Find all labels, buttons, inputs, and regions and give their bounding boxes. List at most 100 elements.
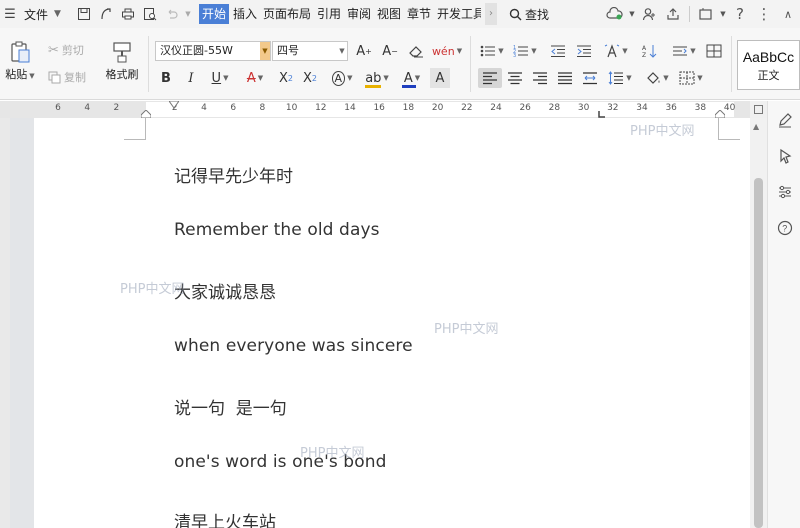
collaborate-user-icon[interactable] <box>637 3 661 25</box>
tab-insert[interactable]: 插入 <box>231 4 259 24</box>
tab-references[interactable]: 引用 <box>315 4 343 24</box>
pencil-icon[interactable] <box>776 111 794 129</box>
format-painter-button[interactable]: 格式刷 <box>102 40 142 82</box>
bullet-list-button[interactable]: ▼ <box>478 41 506 61</box>
help-circle-icon[interactable]: ? <box>776 219 794 237</box>
tab-view[interactable]: 视图 <box>375 4 403 24</box>
left-indent-marker[interactable] <box>141 110 151 118</box>
vertical-scrollbar[interactable]: ▲ <box>750 118 767 528</box>
align-right-button[interactable] <box>530 68 550 88</box>
tab-page-layout[interactable]: 页面布局 <box>261 4 313 24</box>
align-center-button[interactable] <box>505 68 525 88</box>
highlight-color-bar <box>365 84 382 88</box>
save-icon[interactable] <box>73 3 95 25</box>
share-icon[interactable] <box>661 3 685 25</box>
cloud-dropdown-icon[interactable]: ▼ <box>627 3 637 25</box>
print-preview-icon[interactable] <box>139 3 161 25</box>
settings-sliders-icon[interactable] <box>776 183 794 201</box>
pinyin-guide-button[interactable]: wén ▼ <box>432 41 462 61</box>
font-color-button[interactable]: A ▼ <box>398 68 426 88</box>
paragraph[interactable]: Remember the old days <box>174 220 380 240</box>
horizontal-ruler[interactable]: 6 4 2 2 4 6 8 10 12 14 16 18 20 22 24 26 28 30 32 34 36 38 40 <box>0 101 750 118</box>
document-canvas[interactable]: 记得早先少年时 Remember the old days 大家诚诚恳恳 whe… <box>0 118 750 528</box>
character-shading-button[interactable]: A <box>430 68 450 88</box>
decrease-indent-button[interactable] <box>548 41 568 61</box>
tab-home[interactable]: 开始 <box>198 4 229 24</box>
grow-font-button[interactable]: A + <box>354 41 374 61</box>
chevron-down-icon: ▼ <box>260 42 270 60</box>
undo-icon[interactable] <box>161 3 183 25</box>
numbered-list-button[interactable]: 1 2 3 ▼ <box>510 41 540 61</box>
right-task-pane: ? <box>767 101 800 528</box>
italic-button[interactable]: I <box>182 68 200 88</box>
cloud-sync-icon[interactable] <box>603 3 627 25</box>
hamburger-menu-icon[interactable]: ☰ <box>0 7 20 22</box>
tab-developer[interactable]: 开发工具 <box>435 4 481 24</box>
paste-button[interactable]: 粘贴 ▼ <box>4 40 36 82</box>
tab-stop-marker[interactable] <box>598 111 606 118</box>
text-effect-button[interactable]: A ▼ <box>328 68 356 88</box>
cut-button[interactable]: ✂ 剪切 <box>48 42 84 58</box>
divider <box>689 6 690 22</box>
font-size-select[interactable]: 四号 ▼ <box>272 41 348 61</box>
print-icon[interactable] <box>117 3 139 25</box>
paragraph[interactable]: when everyone was sincere <box>174 336 413 356</box>
tab-section[interactable]: 章节 <box>405 4 433 24</box>
table-layout-button[interactable] <box>704 41 724 61</box>
layout-dropdown-icon[interactable]: ▼ <box>718 3 728 25</box>
scrollbar-thumb[interactable] <box>754 178 763 528</box>
paragraph[interactable]: 说一句 是一句 <box>174 394 287 419</box>
scroll-up-icon[interactable]: ▲ <box>753 122 759 131</box>
paragraph[interactable]: 清早上火车站 <box>174 508 276 528</box>
watermark: PHP中文网 <box>434 322 499 337</box>
clear-format-button[interactable] <box>406 41 426 61</box>
style-normal-gallery-item[interactable]: AaBbCc 正文 <box>737 40 800 90</box>
strikethrough-button[interactable]: A ▼ <box>240 68 270 88</box>
justify-button[interactable] <box>555 68 575 88</box>
text-direction-button[interactable]: ▼ <box>602 41 630 61</box>
line-spacing-button[interactable]: ▼ <box>606 68 634 88</box>
borders-button[interactable]: ▼ <box>676 68 706 88</box>
increase-indent-button[interactable] <box>574 41 594 61</box>
paragraph[interactable]: 记得早先少年时 <box>174 162 293 187</box>
align-left-button[interactable] <box>478 68 502 88</box>
ruler-tick-label: 12 <box>315 103 327 113</box>
more-tabs-icon[interactable]: › <box>485 3 498 25</box>
page-corner-mark <box>124 118 146 140</box>
sort-button[interactable]: AZ <box>640 41 660 61</box>
page-corner-mark <box>718 118 740 140</box>
vertical-ruler[interactable] <box>0 118 10 528</box>
select-cursor-icon[interactable] <box>776 147 794 165</box>
chevron-down-icon: ▼ <box>339 47 345 55</box>
ruler-tick-label: 10 <box>285 103 298 113</box>
bold-button[interactable]: B <box>157 68 175 88</box>
ruler-toggle-button[interactable] <box>750 101 767 118</box>
ruler-tick-label: 20 <box>431 103 444 113</box>
shrink-font-button[interactable]: A − <box>380 41 400 61</box>
file-menu[interactable]: 文件 ▼ <box>20 6 65 23</box>
align-center-icon <box>508 72 522 85</box>
font-name-select[interactable]: 汉仪正圆-55W ▼ <box>155 41 271 61</box>
help-icon[interactable]: ? <box>728 3 752 25</box>
first-line-indent-marker[interactable] <box>169 101 179 109</box>
paragraph[interactable]: 大家诚诚恳恳 <box>174 278 276 303</box>
shading-button[interactable]: ▼ <box>642 68 672 88</box>
export-pdf-icon[interactable] <box>95 3 117 25</box>
right-indent-marker[interactable] <box>715 110 725 118</box>
superscript-button[interactable]: X2 <box>276 68 296 88</box>
distributed-align-button[interactable] <box>580 68 600 88</box>
layout-switch-icon[interactable] <box>694 3 718 25</box>
underline-button[interactable]: U ▼ <box>206 68 234 88</box>
paragraph-spacing-button[interactable]: ▼ <box>670 41 698 61</box>
more-options-icon[interactable]: ⋮ <box>752 3 776 25</box>
justify-icon <box>558 72 572 85</box>
ruler-tick-label: 16 <box>373 103 385 113</box>
document-page[interactable]: 记得早先少年时 Remember the old days 大家诚诚恳恳 whe… <box>34 118 750 528</box>
copy-button[interactable]: 复制 <box>48 69 86 85</box>
highlight-button[interactable]: ab ▼ <box>362 68 392 88</box>
undo-dropdown-icon[interactable]: ▼ <box>183 3 193 25</box>
subscript-button[interactable]: X2 <box>300 68 320 88</box>
collapse-ribbon-icon[interactable]: ∧ <box>776 3 800 25</box>
tab-review[interactable]: 审阅 <box>345 4 373 24</box>
search-box[interactable]: 查找 <box>509 6 549 23</box>
